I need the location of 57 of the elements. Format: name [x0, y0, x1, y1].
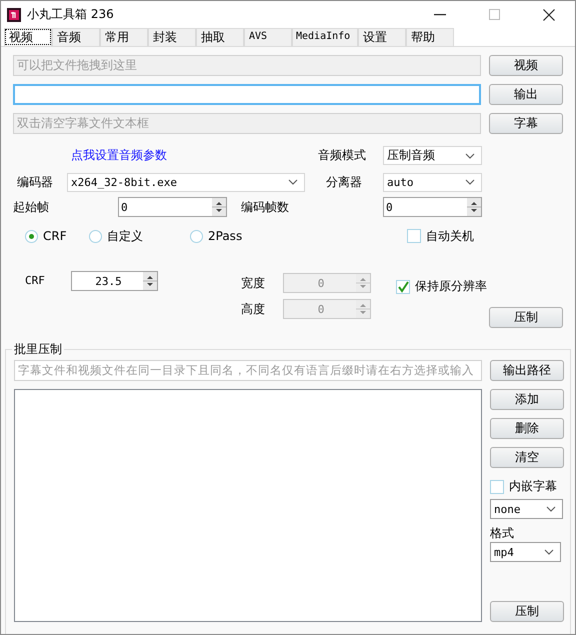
encoder-label: 编码器 — [16, 174, 54, 190]
mode-radio[interactable]: 自定义 — [89, 228, 190, 244]
chevron-down-icon — [288, 179, 298, 185]
frame-count-label: 编码帧数 — [241, 198, 289, 216]
tab[interactable]: MediaInfo — [292, 28, 358, 46]
tab[interactable]: 设置 — [358, 28, 406, 46]
app-logo-icon — [7, 8, 21, 22]
start-frame-label: 起始帧 — [13, 198, 50, 216]
spin-arrows-icon[interactable] — [467, 198, 481, 216]
tab[interactable]: 封装 — [148, 28, 196, 46]
mode-radio[interactable]: 2Pass — [190, 229, 407, 243]
keep-resolution-checkbox[interactable]: 保持原分辨率 — [396, 278, 563, 295]
tab[interactable]: AVS — [244, 28, 292, 46]
minimize-icon[interactable] — [434, 14, 446, 16]
audio-mode-label: 音频模式 — [318, 147, 366, 164]
list-button[interactable]: 添加 — [490, 389, 564, 410]
encode-button[interactable]: 压制 — [489, 307, 563, 328]
output-field[interactable] — [13, 84, 481, 105]
spin-arrows-icon[interactable] — [143, 272, 157, 290]
subtitle-button[interactable]: 字幕 — [489, 113, 563, 134]
batch-encode-button[interactable]: 压制 — [490, 601, 564, 622]
auto-shutdown-checkbox[interactable]: 自动关机 — [407, 228, 474, 244]
demuxer-label: 分离器 — [326, 174, 362, 190]
embed-subtitles-checkbox[interactable]: 内嵌字幕 — [490, 478, 557, 495]
chevron-down-icon — [544, 549, 554, 555]
video-button[interactable]: 视频 — [489, 55, 563, 76]
subtitle-language-dropdown[interactable]: none — [490, 499, 563, 519]
list-button[interactable]: 删除 — [490, 418, 564, 439]
width-label: 宽度 — [241, 274, 266, 292]
audio-mode-dropdown[interactable]: 压制音频 — [383, 146, 482, 165]
tab[interactable]: 常用 — [100, 28, 148, 46]
chevron-down-icon — [546, 506, 556, 512]
frame-count-spinbox[interactable]: 0 — [383, 197, 482, 217]
format-dropdown[interactable]: mp4 — [490, 542, 561, 562]
check-icon — [397, 280, 409, 292]
spin-arrows-icon[interactable] — [212, 198, 226, 216]
format-label: 格式 — [490, 525, 514, 542]
output-path-button[interactable]: 输出路径 — [490, 360, 564, 381]
encoder-dropdown[interactable]: x264_32-8bit.exe — [67, 172, 305, 192]
demuxer-dropdown[interactable]: auto — [383, 172, 482, 192]
list-button[interactable]: 清空 — [490, 447, 564, 468]
height-label: 高度 — [241, 300, 266, 318]
start-frame-spinbox[interactable]: 0 — [118, 197, 227, 217]
crf-spinbox[interactable]: 23.5 — [71, 271, 158, 291]
chevron-down-icon — [465, 152, 475, 158]
audio-settings-link[interactable]: 点我设置音频参数 — [71, 147, 167, 164]
tab[interactable]: 音频 — [52, 28, 100, 46]
mode-radio[interactable]: CRF — [25, 229, 89, 243]
chevron-down-icon — [465, 179, 475, 185]
window-title: 小丸工具箱 236 — [27, 6, 114, 23]
group-title: 批里压制 — [12, 341, 64, 358]
output-button[interactable]: 输出 — [489, 84, 563, 105]
close-icon[interactable] — [543, 8, 555, 20]
tab[interactable]: 视频 — [4, 28, 52, 46]
tab[interactable]: 抽取 — [196, 28, 244, 46]
tab[interactable]: 帮助 — [406, 28, 454, 46]
crf-label: CRF — [24, 273, 46, 289]
